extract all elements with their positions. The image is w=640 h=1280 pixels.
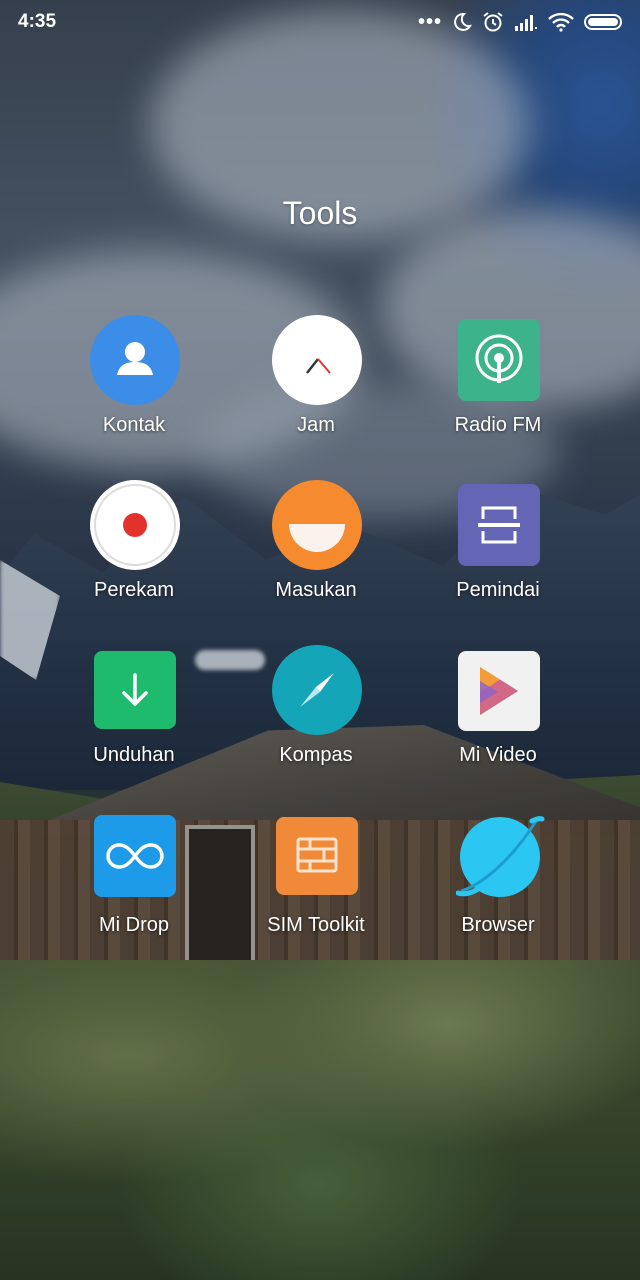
app-label: Radio FM [454,414,542,436]
app-sim-toolkit[interactable]: SIM Toolkit [236,815,396,965]
radio-broadcast-icon [458,319,540,401]
app-label: Mi Drop [98,914,169,936]
app-unduhan[interactable]: Unduhan [54,645,214,795]
app-jam[interactable]: Jam [236,315,396,465]
app-perekam[interactable]: Perekam [54,480,214,630]
status-icons: ••• [418,10,622,34]
planet-icon [455,815,546,905]
app-label: Browser [461,914,535,936]
cellular-signal-icon [514,13,538,31]
app-mi-drop[interactable]: Mi Drop [54,815,214,965]
status-time: 4:35 [18,11,57,32]
app-label: Kompas [279,744,353,766]
app-masukan[interactable]: Masukan [236,480,396,630]
feedback-smile-icon [272,480,362,570]
play-triangle-icon [458,651,540,731]
app-kompas[interactable]: Kompas [236,645,396,795]
app-label: Mi Video [459,744,537,766]
status-bar: 4:35 ••• [0,0,640,46]
contact-person-icon [90,315,180,405]
app-browser[interactable]: Browser [418,815,578,965]
app-kontak[interactable]: Kontak [54,315,214,465]
download-arrow-icon [94,651,176,729]
wallpaper-dim-overlay [0,0,640,1280]
app-mi-video[interactable]: Mi Video [418,645,578,795]
scanner-frame-icon [458,484,540,566]
record-dot-icon [90,480,180,570]
do-not-disturb-moon-icon [452,12,472,32]
battery-icon [584,14,622,30]
app-pemindai[interactable]: Pemindai [418,480,578,630]
app-label: Pemindai [456,579,540,601]
app-label: Unduhan [93,744,175,766]
wallpaper [0,0,640,1280]
wifi-icon [548,12,574,32]
infinity-icon [94,815,176,897]
app-label: Jam [297,414,335,436]
alarm-clock-icon [482,11,504,33]
app-label: Perekam [93,579,175,601]
app-label: Kontak [102,414,166,436]
compass-needle-icon [272,645,362,735]
clock-icon [272,315,362,405]
sim-card-icon [276,817,358,895]
app-label: Masukan [275,579,357,601]
app-label: SIM Toolkit [267,914,365,936]
app-radio-fm[interactable]: Radio FM [418,315,578,465]
folder-title[interactable]: Tools [0,195,640,232]
more-dots-icon: ••• [417,11,442,33]
